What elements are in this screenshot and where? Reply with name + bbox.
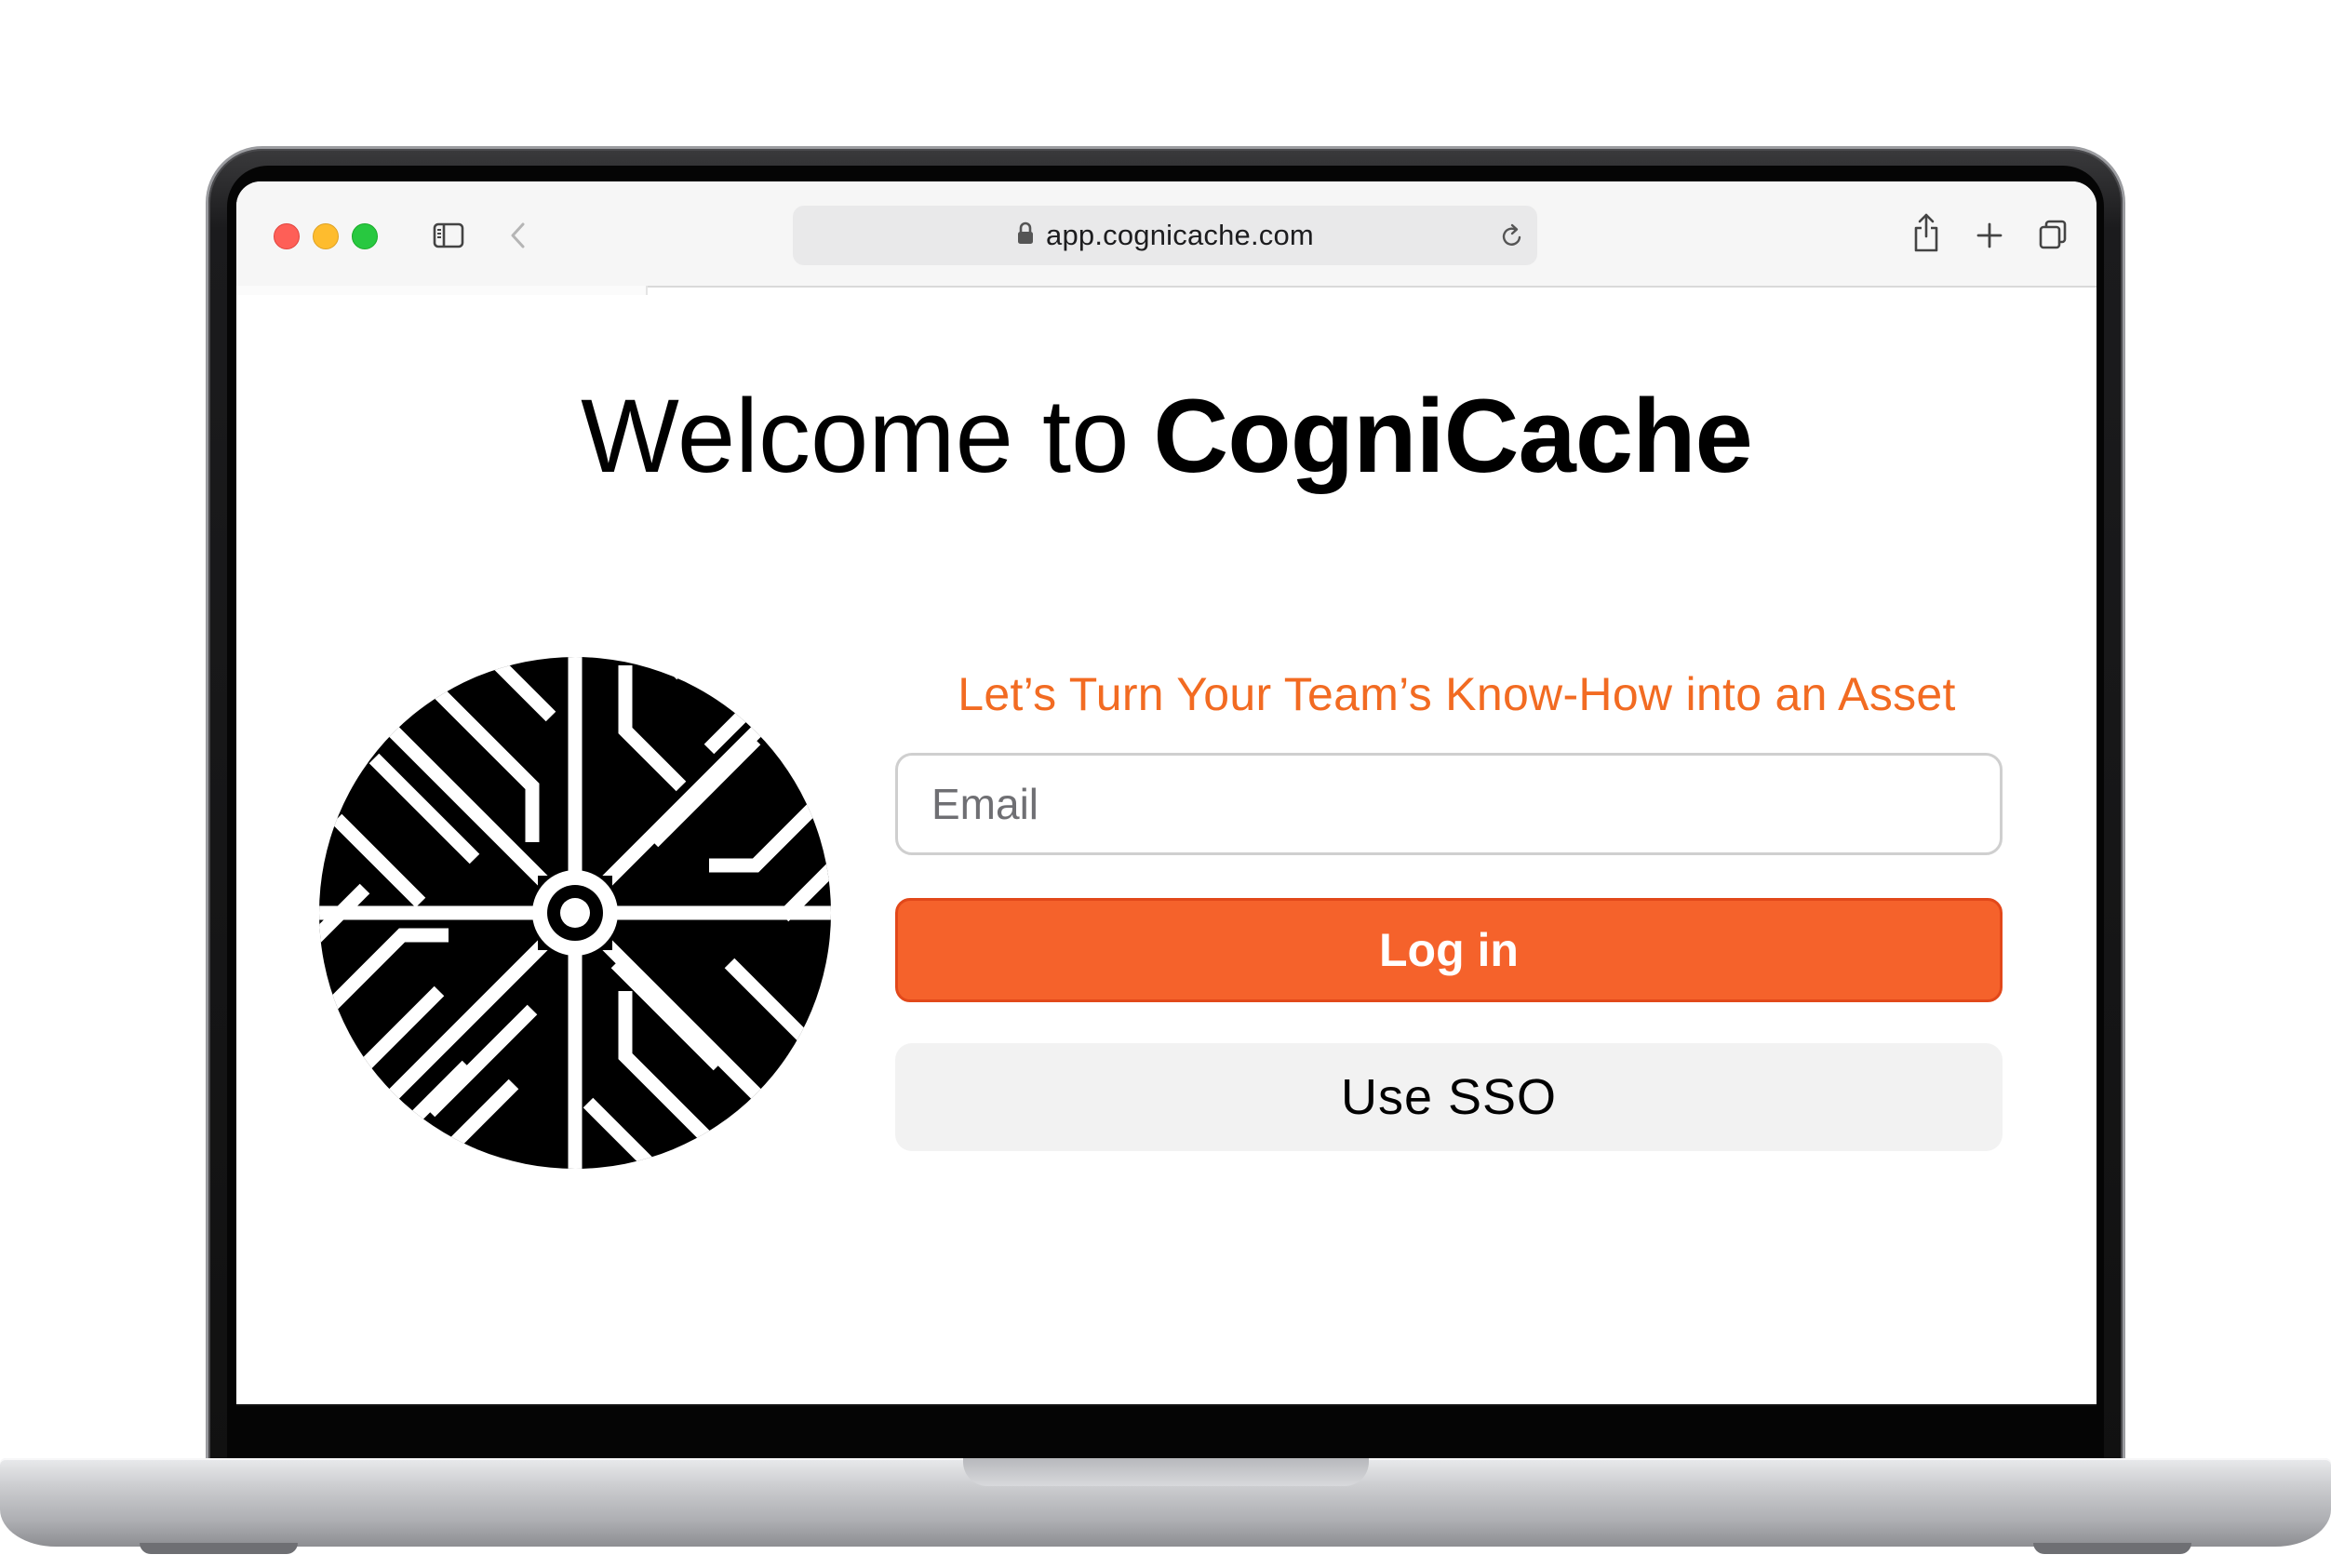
back-icon[interactable]	[504, 219, 532, 252]
email-input[interactable]	[895, 753, 2003, 855]
login-button[interactable]: Log in	[895, 898, 2003, 1002]
welcome-heading: Welcome to CogniCache	[236, 384, 2097, 489]
tab-strip-divider	[236, 286, 648, 295]
tabs-overview-icon[interactable]	[2036, 217, 2070, 252]
tagline: Let’s Turn Your Team’s Know-How into an …	[958, 668, 1956, 720]
reload-icon[interactable]	[1496, 219, 1528, 252]
new-tab-icon[interactable]	[1973, 219, 2006, 252]
laptop-opening-notch	[963, 1458, 1369, 1486]
browser-window: app.cognicache.com Welcome to CogniCache…	[236, 181, 2097, 1406]
close-window-button[interactable]	[274, 223, 300, 249]
url-text: app.cognicache.com	[1046, 219, 1314, 251]
sso-button[interactable]: Use SSO	[895, 1043, 2003, 1151]
address-bar[interactable]: app.cognicache.com	[793, 206, 1537, 265]
welcome-prefix: Welcome to	[581, 378, 1130, 494]
cognicache-logo-icon	[319, 657, 831, 1169]
share-icon[interactable]	[1909, 209, 1943, 256]
zoom-window-button[interactable]	[352, 223, 378, 249]
laptop-foot-right	[2033, 1543, 2191, 1554]
screen-bottom-edge	[236, 1404, 2097, 1406]
brand-name: CogniCache	[1153, 378, 1752, 494]
sidebar-icon[interactable]	[430, 219, 467, 252]
minimize-window-button[interactable]	[313, 223, 339, 249]
laptop-foot-left	[140, 1543, 298, 1554]
lock-icon	[1016, 221, 1035, 250]
browser-toolbar: app.cognicache.com	[236, 181, 2097, 288]
